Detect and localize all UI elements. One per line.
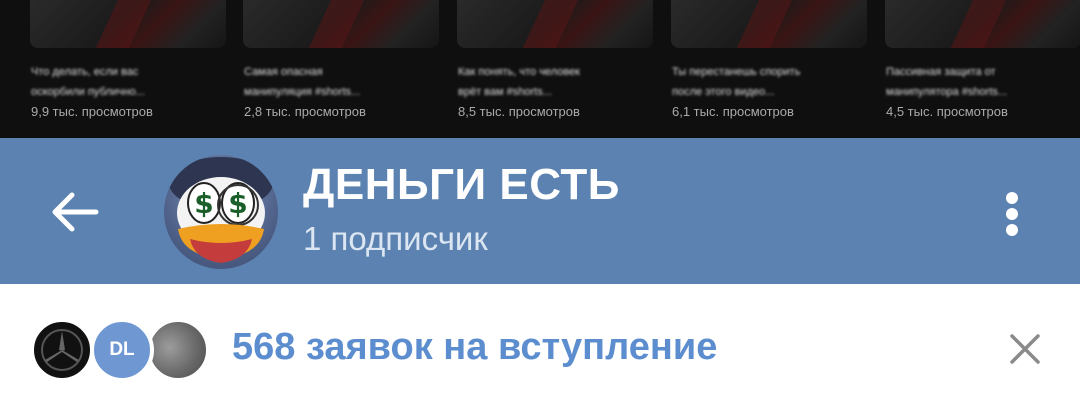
request-avatar [30, 318, 94, 382]
close-icon [1010, 334, 1040, 364]
video-views: 2,8 тыс. просмотров [244, 104, 366, 119]
video-thumbnail[interactable] [243, 0, 439, 48]
dismiss-button[interactable] [1004, 328, 1046, 370]
video-thumbnail[interactable] [30, 0, 226, 48]
video-thumbnail[interactable] [671, 0, 867, 48]
mercedes-logo-icon [41, 329, 83, 371]
video-views: 8,5 тыс. просмотров [458, 104, 580, 119]
video-title[interactable]: Ты перестанешь спорить после этого видео… [672, 62, 862, 102]
video-views: 4,5 тыс. просмотров [886, 104, 1008, 119]
video-card[interactable]: Что делать, если вас оскорбили публично.… [30, 0, 230, 138]
arrow-left-icon [52, 192, 99, 232]
request-avatar [146, 318, 210, 382]
request-avatar: DL [90, 318, 154, 382]
video-title[interactable]: Самая опасная манипуляция #shorts... [244, 62, 434, 102]
video-strip: Что делать, если вас оскорбили публично.… [0, 0, 1080, 138]
duck-avatar-image: $ $ [169, 157, 273, 263]
video-views: 6,1 тыс. просмотров [672, 104, 794, 119]
video-title[interactable]: Что делать, если вас оскорбили публично.… [31, 62, 221, 102]
svg-text:$: $ [228, 187, 247, 220]
channel-header: $ $ ДЕНЬГИ ЕСТЬ 1 подписчик [0, 138, 1080, 284]
video-title[interactable]: Как понять, что человек врёт вам #shorts… [458, 62, 648, 102]
svg-text:$: $ [194, 187, 213, 220]
more-menu-button[interactable] [992, 184, 1032, 244]
video-card[interactable]: Как понять, что человек врёт вам #shorts… [457, 0, 657, 138]
subscriber-count: 1 подписчик [303, 220, 488, 257]
join-requests-bar[interactable]: DL 568 заявок на вступление [0, 284, 1080, 414]
back-button[interactable] [46, 182, 106, 242]
video-title[interactable]: Пассивная защита от манипулятора #shorts… [886, 62, 1076, 102]
video-card[interactable]: Ты перестанешь спорить после этого видео… [671, 0, 871, 138]
video-thumbnail[interactable] [885, 0, 1080, 48]
video-views: 9,9 тыс. просмотров [31, 104, 153, 119]
video-thumbnail[interactable] [457, 0, 653, 48]
avatar-initials: DL [109, 339, 135, 360]
video-card[interactable]: Пассивная защита от манипулятора #shorts… [885, 0, 1080, 138]
video-card[interactable]: Самая опасная манипуляция #shorts... 2,8… [243, 0, 443, 138]
join-requests-label[interactable]: 568 заявок на вступление [232, 326, 717, 369]
channel-title: ДЕНЬГИ ЕСТЬ [303, 160, 620, 209]
channel-avatar[interactable]: $ $ [164, 155, 278, 269]
